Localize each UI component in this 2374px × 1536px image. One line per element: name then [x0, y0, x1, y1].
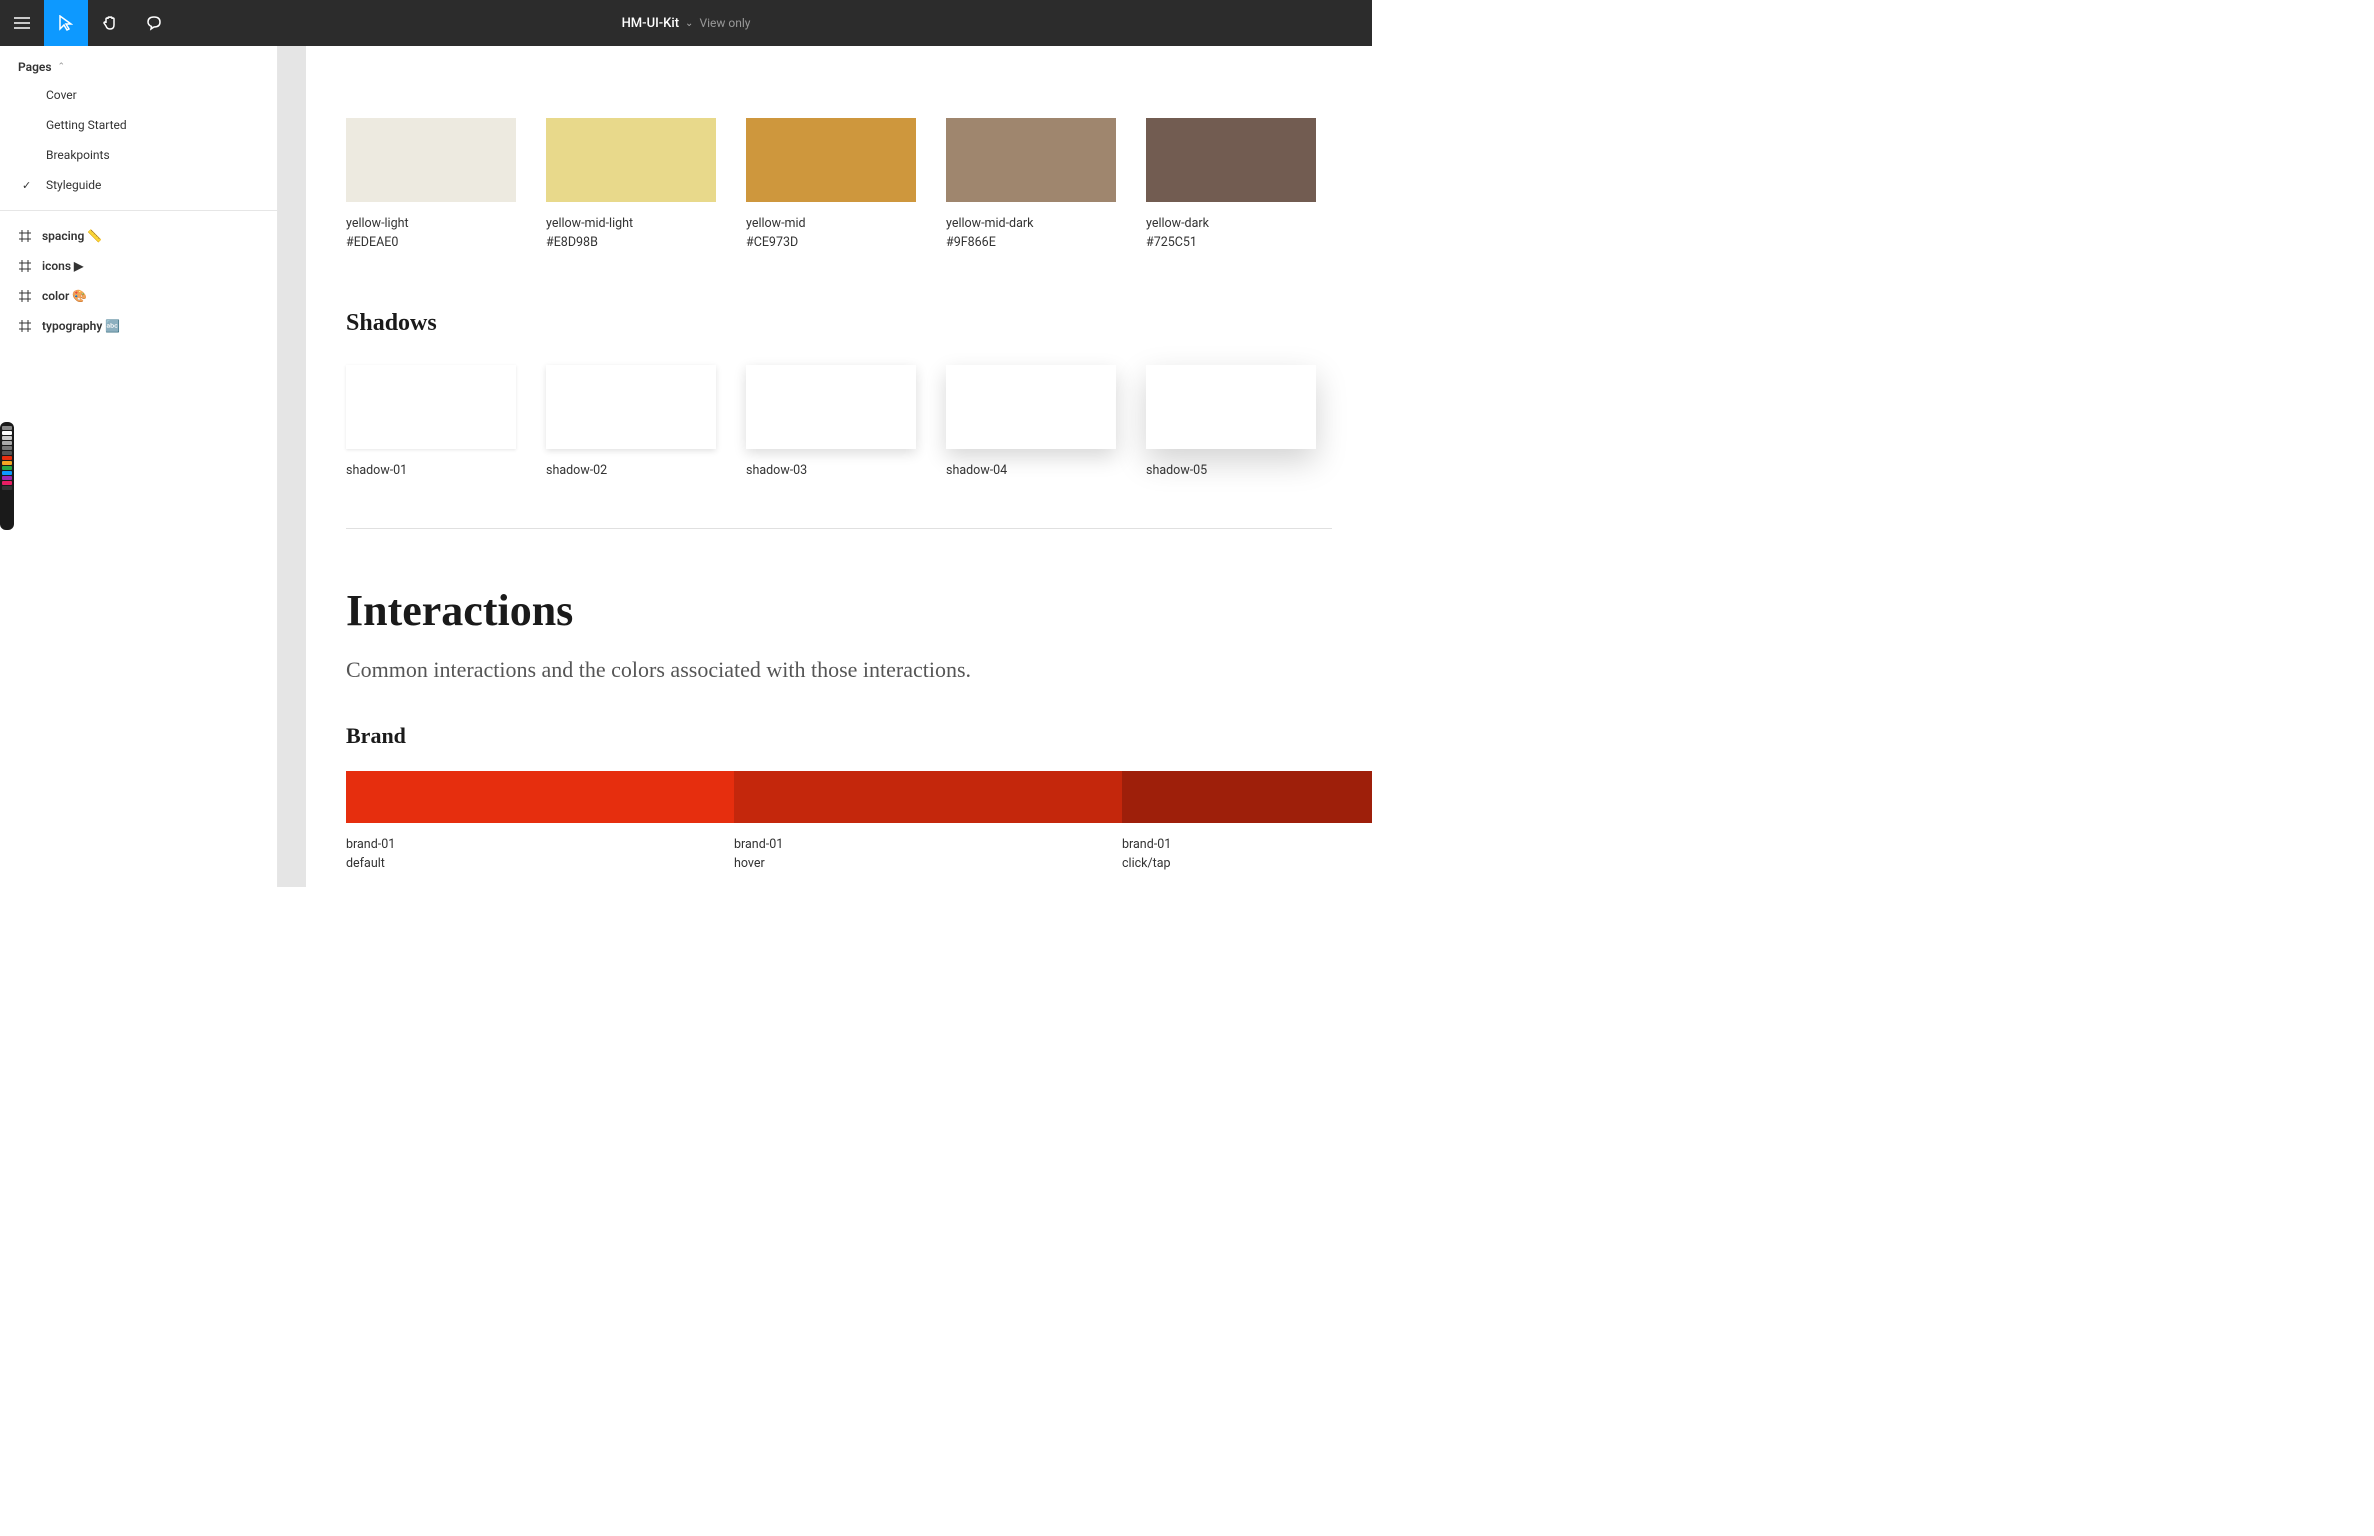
shadow-box	[546, 365, 716, 449]
document-title[interactable]: HM-UI-Kit	[622, 16, 679, 31]
brand-row-1	[346, 771, 1372, 823]
app-header: HM-UI-Kit ⌄ View only	[0, 0, 1372, 46]
check-icon: ✓	[22, 179, 31, 192]
page-item-getting-started[interactable]: Getting Started	[0, 110, 277, 140]
brand-01-default[interactable]	[346, 771, 734, 823]
shadow-03[interactable]: shadow-03	[746, 365, 916, 478]
swatch-box	[1146, 118, 1316, 202]
menu-button[interactable]	[0, 0, 44, 46]
page-item-breakpoints[interactable]: Breakpoints	[0, 140, 277, 170]
interactions-subtitle: Common interactions and the colors assoc…	[346, 652, 1046, 687]
shadows-heading: Shadows	[346, 310, 1372, 337]
chevron-down-icon[interactable]: ⌄	[685, 18, 693, 29]
shadow-box	[1146, 365, 1316, 449]
color-palette-widget[interactable]	[0, 422, 14, 530]
brand-01-click[interactable]	[1122, 771, 1372, 823]
chevron-up-icon: ⌃	[58, 62, 66, 72]
shadow-row: shadow-01 shadow-02 shadow-03 shadow-04 …	[346, 365, 1372, 478]
left-sidebar: Pages ⌃ Cover Getting Started Breakpoint…	[0, 46, 278, 887]
pages-label: Pages	[18, 60, 52, 74]
shadow-01[interactable]: shadow-01	[346, 365, 516, 478]
canvas-area[interactable]: yellow-light #EDEAE0 yellow-mid-light #E…	[278, 46, 1372, 887]
swatch-box	[746, 118, 916, 202]
shadow-04[interactable]: shadow-04	[946, 365, 1116, 478]
layer-item-color[interactable]: color 🎨	[0, 281, 277, 311]
layer-item-spacing[interactable]: spacing 📏	[0, 221, 277, 251]
frame-icon	[18, 289, 32, 303]
swatch-yellow-mid-dark[interactable]: yellow-mid-dark #9F866E	[946, 118, 1116, 250]
color-swatch-row: yellow-light #EDEAE0 yellow-mid-light #E…	[346, 118, 1372, 250]
frame-icon	[18, 259, 32, 273]
shadow-box	[746, 365, 916, 449]
swatch-yellow-dark[interactable]: yellow-dark #725C51	[1146, 118, 1316, 250]
move-tool-button[interactable]	[44, 0, 88, 46]
page-item-cover[interactable]: Cover	[0, 80, 277, 110]
shadow-box	[346, 365, 516, 449]
swatch-yellow-mid[interactable]: yellow-mid #CE973D	[746, 118, 916, 250]
comment-tool-button[interactable]	[132, 0, 176, 46]
brand-01-hover[interactable]	[734, 771, 1122, 823]
divider	[346, 528, 1332, 529]
frame-icon	[18, 319, 32, 333]
shadow-05[interactable]: shadow-05	[1146, 365, 1316, 478]
layer-item-icons[interactable]: icons ▶	[0, 251, 277, 281]
swatch-box	[546, 118, 716, 202]
shadow-02[interactable]: shadow-02	[546, 365, 716, 478]
layer-item-typography[interactable]: typography 🔤	[0, 311, 277, 341]
pages-header[interactable]: Pages ⌃	[0, 46, 277, 80]
swatch-yellow-light[interactable]: yellow-light #EDEAE0	[346, 118, 516, 250]
view-only-badge: View only	[699, 16, 750, 30]
brand-heading: Brand	[346, 723, 1372, 749]
brand-labels: brand-01 default brand-01 hover brand-01…	[346, 837, 1372, 871]
swatch-yellow-mid-light[interactable]: yellow-mid-light #E8D98B	[546, 118, 716, 250]
shadow-box	[946, 365, 1116, 449]
swatch-box	[346, 118, 516, 202]
interactions-heading: Interactions	[346, 585, 1372, 636]
swatch-box	[946, 118, 1116, 202]
frame-icon	[18, 229, 32, 243]
page-item-styleguide[interactable]: ✓ Styleguide	[0, 170, 277, 200]
hand-tool-button[interactable]	[88, 0, 132, 46]
